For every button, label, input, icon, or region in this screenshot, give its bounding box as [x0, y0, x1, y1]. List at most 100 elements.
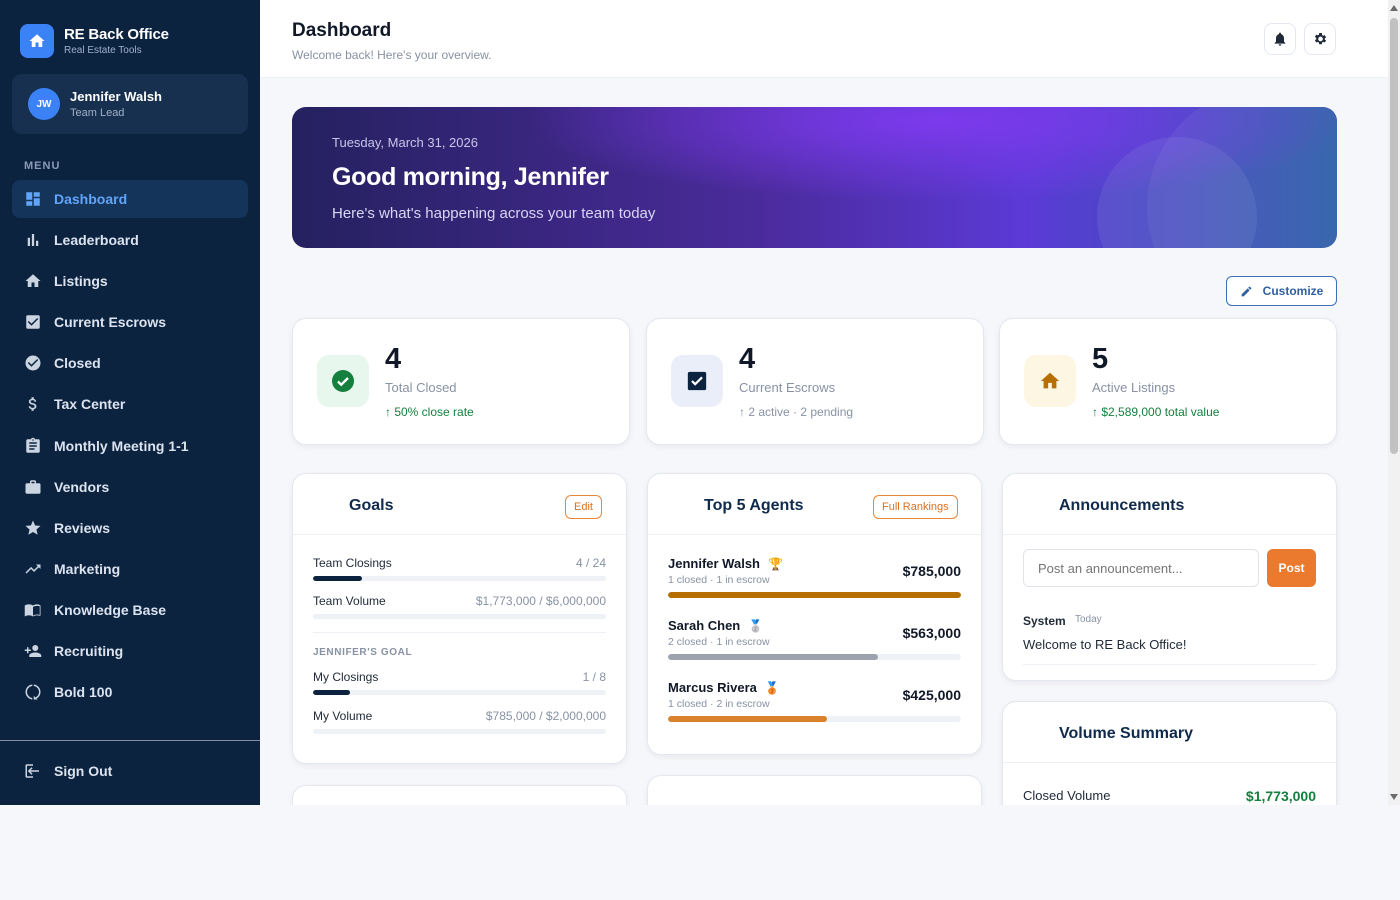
- user-role: Team Lead: [70, 107, 125, 119]
- agent-name: Jennifer Walsh: [668, 556, 760, 571]
- sidebar-item-leaderboard[interactable]: Leaderboard: [12, 221, 248, 259]
- check-circle-icon: [25, 355, 41, 371]
- silver-medal-icon: 🥈: [748, 618, 764, 633]
- sidebar-item-recruiting[interactable]: Recruiting: [12, 632, 248, 670]
- sidebar-item-label: Bold 100: [54, 684, 113, 701]
- sidebar-item-label: Closed: [54, 355, 101, 372]
- card-title: Goals: [349, 497, 394, 514]
- sidebar-item-marketing[interactable]: Marketing: [12, 550, 248, 588]
- sign-out-button[interactable]: Sign Out: [24, 762, 112, 780]
- announcements-card: Announcements Post System Today Welcome …: [1002, 473, 1337, 681]
- progress-fill: [668, 592, 961, 598]
- settings-button[interactable]: [1304, 23, 1336, 55]
- sidebar-item-current-escrows[interactable]: Current Escrows: [12, 303, 248, 341]
- sidebar: RE Back Office Real Estate Tools JW Jenn…: [0, 0, 260, 805]
- brand-subtitle: Real Estate Tools: [64, 45, 142, 56]
- divider: [313, 632, 606, 633]
- scroll-up-arrow[interactable]: [1390, 5, 1398, 11]
- progress-fill: [313, 576, 362, 581]
- sidebar-item-label: Recruiting: [54, 643, 124, 660]
- progress-fill: [668, 716, 827, 722]
- divider: [1023, 664, 1316, 665]
- card-title: Volume Summary: [1059, 725, 1193, 742]
- brand-name: RE Back Office: [64, 26, 169, 43]
- goal-label: Team Closings: [313, 556, 392, 570]
- dollar-icon: [28, 397, 37, 412]
- closed-volume-value: $1,773,000: [1245, 788, 1316, 804]
- sidebar-item-closed[interactable]: Closed: [12, 344, 248, 382]
- agent-volume: $425,000: [902, 687, 961, 703]
- sidebar-item-label: Monthly Meeting 1-1: [54, 437, 189, 454]
- progress-fill: [313, 690, 350, 695]
- trophy-icon: 🏆: [767, 556, 783, 571]
- sign-out-label: Sign Out: [54, 763, 113, 779]
- agent-row[interactable]: Sarah Chen 🥈 2 closed · 1 in escrow $563,…: [668, 618, 961, 660]
- avatar: JW: [28, 88, 60, 120]
- scrollbar[interactable]: [1388, 0, 1400, 805]
- stat-value: 5: [1092, 343, 1109, 375]
- sidebar-item-knowledge-base[interactable]: Knowledge Base: [12, 591, 248, 629]
- user-card[interactable]: JW Jennifer Walsh Team Lead: [12, 74, 248, 134]
- goal-team-volume: Team Volume $1,773,000 / $6,000,000: [313, 594, 606, 619]
- announcement-time: Today: [1075, 614, 1102, 625]
- sidebar-item-label: Marketing: [54, 560, 121, 577]
- goal-section-label: JENNIFER'S GOAL: [313, 647, 413, 658]
- stat-note: ↑ 2 active · 2 pending: [739, 405, 854, 419]
- dashboard-icon: [26, 192, 40, 206]
- agent-row[interactable]: Marcus Rivera 🥉 1 closed · 2 in escrow $4…: [668, 680, 961, 722]
- stat-card-total-closed[interactable]: 4 Total Closed ↑ 50% close rate: [292, 318, 630, 445]
- brand[interactable]: RE Back Office Real Estate Tools: [0, 0, 260, 62]
- checkbox-icon: [671, 355, 723, 407]
- sidebar-item-dashboard[interactable]: Dashboard: [12, 180, 248, 218]
- notifications-button[interactable]: [1264, 23, 1296, 55]
- hero-greeting: Good morning, Jennifer: [332, 163, 609, 191]
- card-title: Announcements: [1059, 497, 1185, 514]
- sidebar-item-monthly-meeting[interactable]: Monthly Meeting 1-1: [12, 427, 248, 465]
- sidebar-item-vendors[interactable]: Vendors: [12, 468, 248, 506]
- full-rankings-button[interactable]: Full Rankings: [873, 495, 958, 519]
- stat-note: ↑ 50% close rate: [385, 405, 474, 419]
- announcement-message: Welcome to RE Back Office!: [1023, 637, 1187, 652]
- stat-label: Total Closed: [385, 380, 457, 395]
- progress-fill: [668, 654, 879, 660]
- goal-my-volume: My Volume $785,000 / $2,000,000: [313, 709, 606, 734]
- goal-value: $1,773,000 / $6,000,000: [475, 594, 606, 608]
- announcement-author: System: [1023, 614, 1066, 628]
- goal-team-closings: Team Closings 4 / 24: [313, 556, 606, 581]
- bell-icon: [1274, 32, 1286, 46]
- goal-value: 1 / 8: [582, 670, 606, 684]
- person-add-icon: [24, 645, 42, 658]
- post-button[interactable]: Post: [1267, 549, 1316, 587]
- progress-circle-icon: [25, 684, 41, 700]
- scroll-thumb[interactable]: [1390, 18, 1398, 454]
- card-title: Top 5 Agents: [704, 497, 804, 514]
- sidebar-item-label: Vendors: [54, 478, 110, 495]
- stat-label: Current Escrows: [739, 380, 836, 395]
- sidebar-item-reviews[interactable]: Reviews: [12, 509, 248, 547]
- stat-value: 4: [385, 343, 402, 375]
- header: Dashboard Welcome back! Here's your over…: [260, 0, 1400, 78]
- page-subtitle: Welcome back! Here's your overview.: [292, 48, 492, 62]
- agent-row[interactable]: Jennifer Walsh 🏆 1 closed · 1 in escrow $…: [668, 556, 961, 598]
- welcome-banner: Tuesday, March 31, 2026 Good morning, Je…: [292, 107, 1337, 248]
- scroll-down-arrow[interactable]: [1390, 794, 1398, 800]
- menu-label: MENU: [24, 160, 61, 172]
- announcement-input[interactable]: [1023, 549, 1259, 587]
- sidebar-item-tax-center[interactable]: Tax Center: [12, 385, 248, 423]
- stat-card-active-listings[interactable]: 5 Active Listings ↑ $2,589,000 total val…: [999, 318, 1337, 445]
- sidebar-item-bold-100[interactable]: Bold 100: [12, 673, 248, 711]
- page-title: Dashboard: [292, 20, 392, 41]
- stat-card-current-escrows[interactable]: 4 Current Escrows ↑ 2 active · 2 pending: [646, 318, 984, 445]
- decorative-circle: [1147, 107, 1337, 248]
- book-icon: [24, 604, 41, 617]
- customize-label: Customize: [1262, 284, 1324, 298]
- bronze-medal-icon: 🥉: [764, 680, 780, 695]
- main-content: Dashboard Welcome back! Here's your over…: [260, 0, 1400, 805]
- home-icon: [20, 24, 54, 58]
- customize-button[interactable]: Customize: [1226, 276, 1337, 306]
- edit-goals-button[interactable]: Edit: [565, 495, 602, 519]
- sidebar-item-label: Leaderboard: [54, 232, 139, 249]
- sidebar-item-label: Listings: [54, 273, 108, 290]
- sidebar-item-listings[interactable]: Listings: [12, 262, 248, 300]
- agent-name: Sarah Chen: [668, 618, 741, 633]
